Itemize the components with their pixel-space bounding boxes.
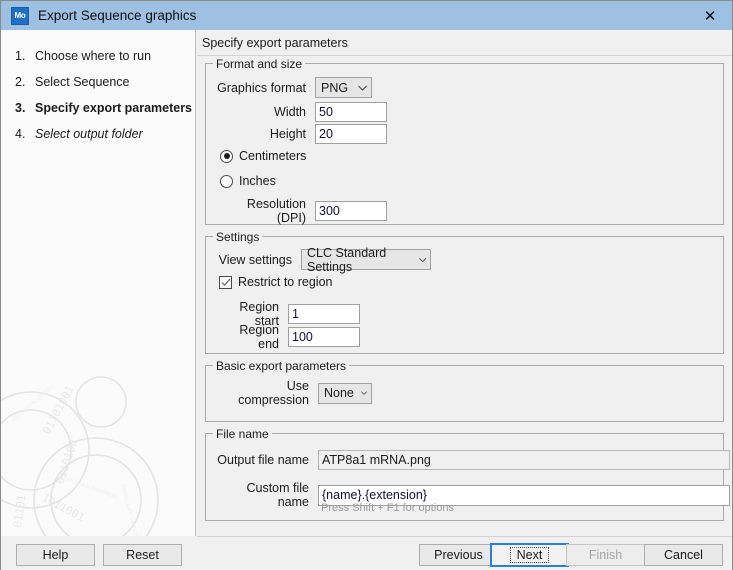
graphics-format-label: Graphics format (217, 81, 306, 95)
unit-inches-radio[interactable]: Inches (220, 174, 276, 188)
cancel-button[interactable]: Cancel (644, 544, 723, 566)
sidebar-item-select-sequence[interactable]: 2. Select Sequence (1, 69, 196, 95)
svg-text:GGATCCTAGCTAGCTAGG: GGATCCTAGCTAGCTAGG (58, 474, 117, 501)
title-bar: Mo Export Sequence graphics ✕ (1, 1, 732, 30)
file-name-group: File name Output file name ATP8a1 mRNA.p… (205, 433, 724, 521)
use-compression-value: None (324, 386, 354, 400)
dialog-footer: Help Reset Previous Next Finish Cancel (1, 536, 732, 570)
step-number: 1. (15, 49, 35, 63)
resolution-label: Resolution (DPI) (217, 197, 306, 225)
parameters-panel: Specify export parameters Format and siz… (197, 30, 732, 536)
custom-file-name-label: Custom file name (217, 481, 309, 509)
unit-centimeters-label: Centimeters (239, 149, 306, 163)
custom-file-name-hint: Press Shift + F1 for options (321, 502, 454, 514)
chevron-down-icon (361, 390, 367, 396)
svg-text:0110100: 0110100 (53, 438, 80, 486)
close-icon[interactable]: ✕ (688, 1, 732, 30)
group-title: Format and size (213, 57, 305, 71)
chevron-down-icon (419, 257, 426, 263)
help-button[interactable]: Help (16, 544, 95, 566)
graphics-format-value: PNG (321, 81, 348, 95)
step-number: 2. (15, 75, 35, 89)
view-settings-label: View settings (217, 253, 292, 267)
output-file-name-field: ATP8a1 mRNA.png (318, 450, 730, 470)
chevron-down-icon (358, 85, 367, 91)
panel-header: Specify export parameters (197, 30, 732, 56)
group-title: Basic export parameters (213, 359, 349, 373)
unit-inches-label: Inches (239, 174, 276, 188)
group-title: File name (213, 427, 272, 441)
view-settings-value: CLC Standard Settings (307, 246, 412, 274)
use-compression-label: Use compression (217, 379, 309, 407)
window-title: Export Sequence graphics (38, 8, 196, 23)
reset-button[interactable]: Reset (103, 544, 182, 566)
next-button-label: Next (510, 547, 550, 563)
app-icon: Mo (11, 7, 29, 25)
next-button[interactable]: Next (490, 543, 569, 567)
radio-selected-icon (220, 150, 233, 163)
output-file-name-label: Output file name (217, 453, 309, 467)
width-input[interactable]: 50 (315, 102, 387, 122)
resolution-input[interactable]: 300 (315, 201, 387, 221)
step-number: 4. (15, 127, 35, 141)
sidebar-item-specify-export-parameters[interactable]: 3. Specify export parameters (1, 95, 196, 121)
svg-text:ACGTACGTACGTACGT: ACGTACGTACGTACGT (10, 384, 55, 423)
svg-text:01101: 01101 (11, 494, 28, 529)
wizard-steps-sidebar: 01101001 0110100 01101 1011001 ACGTACGTA… (1, 30, 196, 536)
height-label: Height (217, 127, 306, 141)
basic-export-parameters-group: Basic export parameters Use compression … (205, 365, 724, 422)
step-label: Specify export parameters (35, 101, 192, 115)
sidebar-item-choose-where-to-run[interactable]: 1. Choose where to run (1, 43, 196, 69)
svg-text:01101001: 01101001 (40, 384, 76, 437)
step-label: Select output folder (35, 127, 143, 141)
graphics-format-select[interactable]: PNG (315, 77, 372, 98)
settings-group: Settings View settings CLC Standard Sett… (205, 236, 724, 354)
steps-list: 1. Choose where to run 2. Select Sequenc… (1, 30, 196, 147)
sidebar-item-select-output-folder[interactable]: 4. Select output folder (1, 121, 196, 147)
radio-unselected-icon (220, 175, 233, 188)
previous-button[interactable]: Previous (419, 544, 498, 566)
finish-button: Finish (566, 544, 645, 566)
region-end-input[interactable]: 100 (288, 327, 360, 347)
export-dialog: Mo Export Sequence graphics ✕ 01101001 0… (0, 0, 733, 570)
step-label: Select Sequence (35, 75, 130, 89)
format-and-size-group: Format and size Graphics format PNG Widt… (205, 63, 724, 225)
step-label: Choose where to run (35, 49, 151, 63)
svg-text:1011001: 1011001 (40, 491, 87, 524)
width-label: Width (217, 105, 306, 119)
unit-centimeters-radio[interactable]: Centimeters (220, 149, 306, 163)
use-compression-select[interactable]: None (318, 383, 372, 404)
region-end-label: Region end (217, 323, 279, 351)
group-title: Settings (213, 230, 262, 244)
height-input[interactable]: 20 (315, 124, 387, 144)
checkbox-checked-icon (219, 276, 232, 289)
svg-text:TTAGCCGATCGATTACG: TTAGCCGATCGATTACG (119, 483, 140, 536)
view-settings-select[interactable]: CLC Standard Settings (301, 249, 431, 270)
restrict-to-region-label: Restrict to region (238, 275, 332, 289)
step-number: 3. (15, 101, 35, 115)
region-start-input[interactable]: 1 (288, 304, 360, 324)
restrict-to-region-checkbox[interactable]: Restrict to region (219, 275, 332, 289)
